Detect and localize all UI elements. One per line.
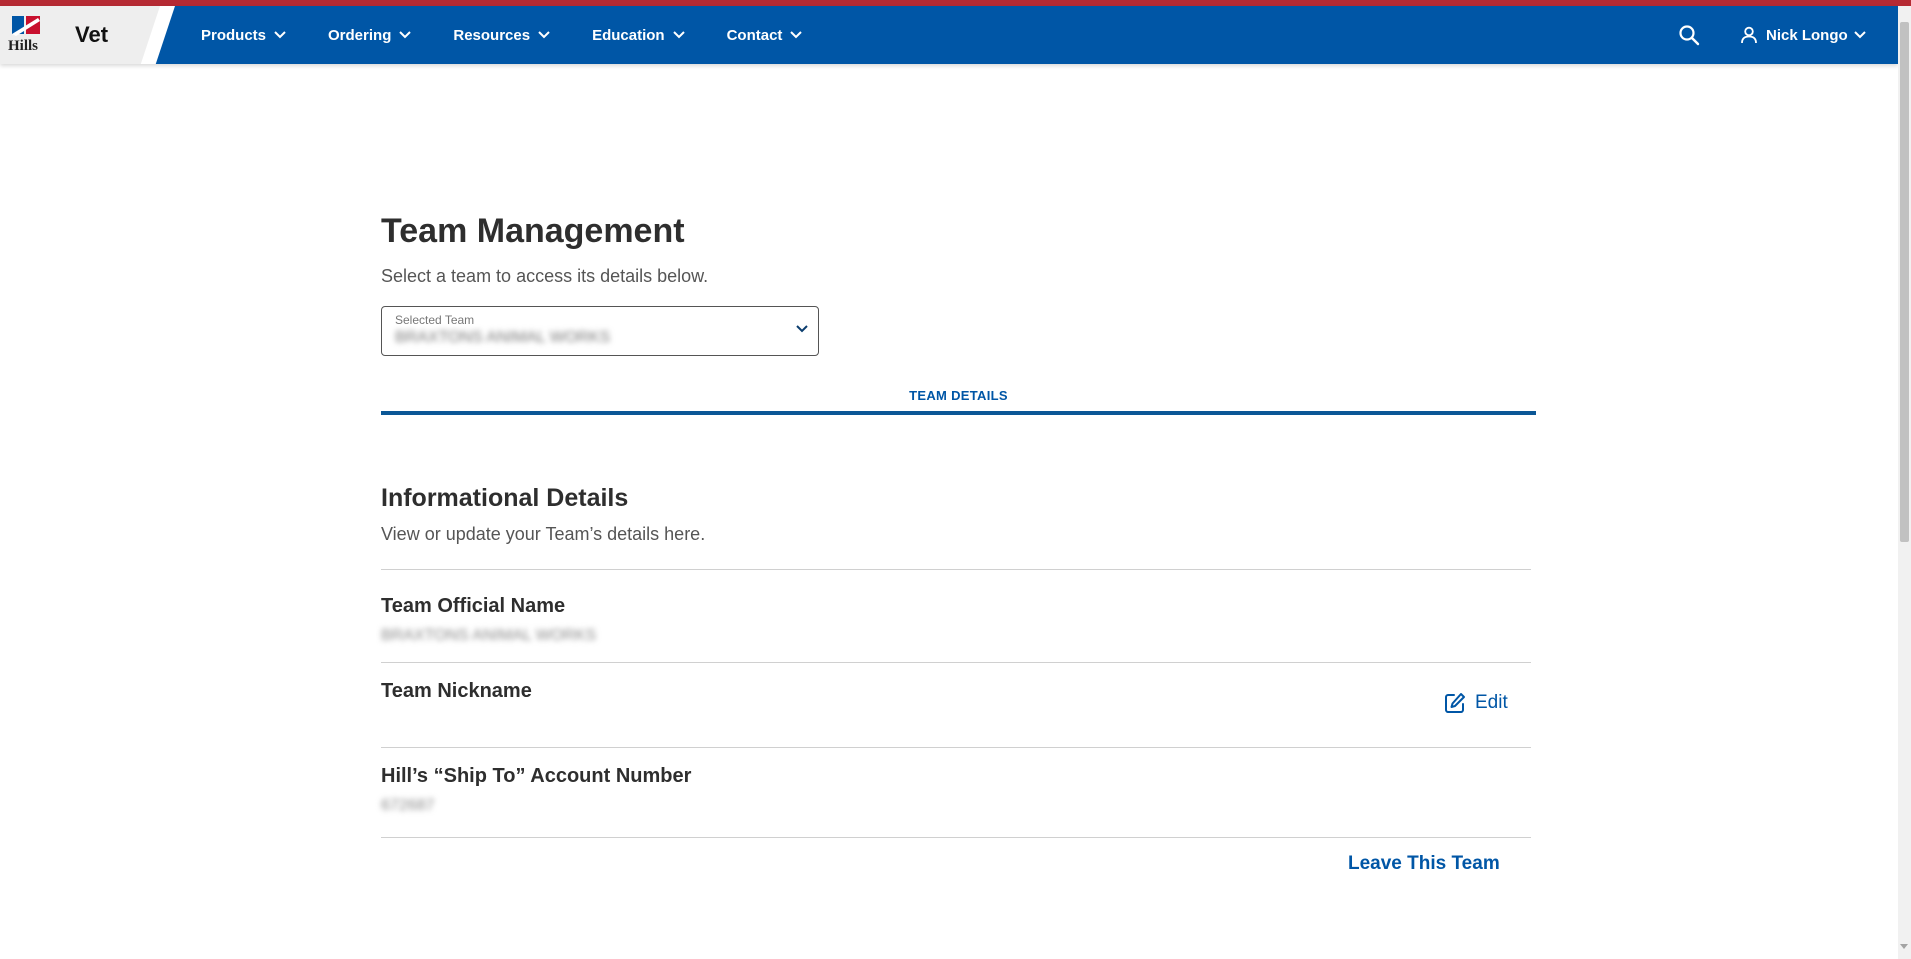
page-subtitle: Select a team to access its details belo… xyxy=(381,266,709,286)
official-name-value: BRAXTONS ANIMAL WORKS xyxy=(381,627,597,644)
search-icon xyxy=(1679,25,1700,46)
edit-nickname-button[interactable]: Edit xyxy=(1444,692,1508,714)
chevron-down-icon xyxy=(1853,31,1866,39)
search-button[interactable] xyxy=(1678,24,1700,46)
user-menu-button[interactable]: Nick Longo xyxy=(1740,6,1866,64)
chevron-down-icon xyxy=(672,31,685,39)
chevron-down-icon xyxy=(274,31,286,39)
scrollbar-thumb[interactable] xyxy=(1900,22,1909,542)
nav-item-label: Resources xyxy=(453,26,531,44)
selected-team-value: BRAXTONS ANIMAL WORKS xyxy=(395,329,611,346)
divider xyxy=(381,569,1531,570)
leave-team-link[interactable]: Leave This Team xyxy=(1348,853,1500,875)
top-navigation-bar: Hills Vet Products Ordering Resources Ed… xyxy=(0,6,1898,64)
nav-item-resources[interactable]: Resources xyxy=(453,27,550,44)
nickname-label: Team Nickname xyxy=(381,680,532,702)
nav-item-label: Ordering xyxy=(328,26,392,44)
edit-label: Edit xyxy=(1475,692,1508,713)
user-icon xyxy=(1740,26,1758,44)
divider xyxy=(381,747,1531,748)
divider xyxy=(381,837,1531,838)
chevron-down-icon xyxy=(399,31,412,39)
nav-item-label: Contact xyxy=(726,26,783,44)
brand-product-name: Vet xyxy=(75,22,109,47)
section-subtitle: View or update your Team’s details here. xyxy=(381,524,706,544)
tab-team-details[interactable]: TEAM DETAILS xyxy=(381,388,1536,403)
scroll-down-arrow-icon[interactable] xyxy=(1900,944,1908,949)
nav-item-education[interactable]: Education xyxy=(592,27,685,44)
account-number-label: Hill’s “Ship To” Account Number xyxy=(381,765,692,787)
nav-item-label: Education xyxy=(592,26,665,44)
page-scrollbar[interactable] xyxy=(1898,6,1911,959)
nav-item-ordering[interactable]: Ordering xyxy=(328,26,412,44)
chevron-down-icon xyxy=(796,325,808,333)
selected-team-dropdown[interactable]: Selected Team BRAXTONS ANIMAL WORKS xyxy=(381,306,819,356)
edit-icon xyxy=(1444,692,1466,714)
selected-team-label: Selected Team xyxy=(395,313,475,327)
nav-item-products[interactable]: Products xyxy=(201,27,286,44)
brand-panel[interactable]: Hills Vet xyxy=(0,6,160,64)
user-name: Nick Longo xyxy=(1766,26,1848,44)
page-title: Team Management xyxy=(381,212,685,250)
nav-item-label: Products xyxy=(201,26,267,44)
section-title: Informational Details xyxy=(381,484,629,512)
active-tab-indicator xyxy=(381,411,1536,415)
logo-wordmark: Hills xyxy=(8,38,39,54)
main-nav: Products Ordering Resources Education Co… xyxy=(201,6,844,64)
nav-item-contact[interactable]: Contact xyxy=(727,27,803,44)
official-name-label: Team Official Name xyxy=(381,595,566,617)
account-number-value: 672687 xyxy=(381,797,435,814)
chevron-down-icon xyxy=(790,31,803,39)
chevron-down-icon xyxy=(538,31,550,39)
divider xyxy=(381,662,1531,663)
